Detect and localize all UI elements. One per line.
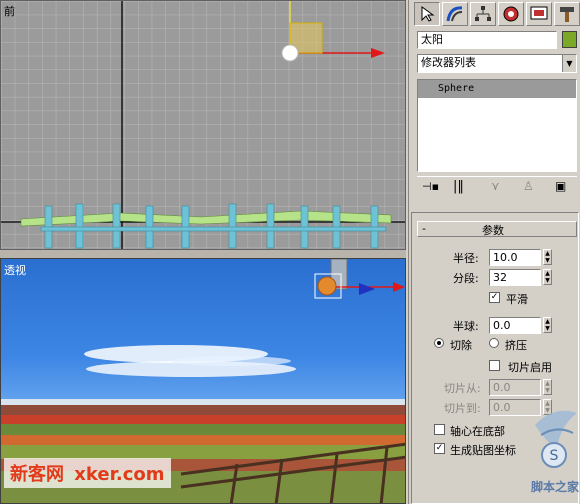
remove-modifier-icon[interactable]: ♙ bbox=[523, 179, 534, 193]
rollout-header[interactable]: - 参数 bbox=[417, 221, 577, 237]
base-to-pivot-label: 轴心在底部 bbox=[450, 425, 505, 438]
pin-stack-icon[interactable]: ⊣▪ bbox=[422, 180, 439, 193]
base-to-pivot-checkbox[interactable] bbox=[434, 424, 445, 435]
perspective-viewport-label[interactable]: 透视 bbox=[4, 262, 26, 278]
slice-from-spinner[interactable]: ▲ ▼ bbox=[543, 379, 552, 395]
site-logo: S 脚本之家 bbox=[531, 410, 580, 494]
modifier-stack-item-sphere[interactable]: Sphere bbox=[418, 80, 576, 98]
slice-from-label: 切片从: bbox=[444, 382, 481, 395]
hemisphere-input[interactable]: 0.0 bbox=[489, 317, 541, 334]
front-viewport-grid bbox=[1, 1, 405, 249]
modifier-list-dropdown[interactable]: 修改器列表 ▼ bbox=[417, 54, 577, 73]
modifier-stack[interactable]: Sphere bbox=[417, 79, 577, 172]
object-name-field[interactable]: 太阳 bbox=[417, 31, 557, 49]
radius-input[interactable]: 10.0 bbox=[489, 249, 541, 266]
gen-mapping-checkbox[interactable]: ✓ bbox=[434, 443, 445, 454]
display-monitor-icon bbox=[530, 6, 548, 20]
slice-from-input[interactable]: 0.0 bbox=[489, 379, 541, 396]
field-band bbox=[1, 405, 405, 415]
slice-to-label: 切片到: bbox=[444, 402, 481, 415]
motion-tab[interactable] bbox=[498, 2, 524, 26]
utilities-tab[interactable] bbox=[554, 2, 580, 26]
front-viewport-label[interactable]: 前 bbox=[4, 3, 15, 19]
hierarchy-tab[interactable] bbox=[470, 2, 496, 26]
field-band bbox=[1, 424, 405, 435]
slice-on-checkbox[interactable] bbox=[489, 360, 500, 371]
squash-label: 挤压 bbox=[505, 339, 527, 352]
radius-spinner[interactable]: ▲ ▼ bbox=[543, 249, 552, 265]
arrow-cursor-icon bbox=[421, 6, 435, 22]
object-color-swatch[interactable] bbox=[562, 31, 577, 48]
gen-mapping-label: 生成贴图坐标 bbox=[450, 444, 516, 457]
modify-tab[interactable] bbox=[442, 2, 468, 26]
site-logo-text: 脚本之家 bbox=[531, 479, 580, 494]
smooth-label: 平滑 bbox=[506, 293, 528, 306]
show-end-result-icon[interactable]: |‖ bbox=[453, 179, 464, 194]
rollout-toggle[interactable]: - bbox=[422, 222, 426, 235]
make-unique-icon[interactable]: ⋎ bbox=[491, 179, 500, 193]
field-band bbox=[1, 435, 405, 445]
stack-toolbar: ⊣▪ |‖ ⋎ ♙ ▣ bbox=[417, 176, 577, 198]
display-tab[interactable] bbox=[526, 2, 552, 26]
slice-on-label: 切片启用 bbox=[508, 361, 552, 374]
rollout-title: 参数 bbox=[482, 224, 504, 237]
modifier-list-label: 修改器列表 bbox=[421, 56, 476, 69]
svg-text:S: S bbox=[550, 448, 559, 464]
hammer-icon bbox=[560, 7, 574, 22]
squash-radio[interactable] bbox=[489, 338, 499, 348]
hemisphere-label: 半球: bbox=[453, 320, 479, 333]
command-panel: 太阳 修改器列表 ▼ Sphere ⊣▪ |‖ ⋎ ♙ ▣ - 参数 半径: 1… bbox=[408, 0, 580, 504]
sun-sphere-front bbox=[281, 44, 299, 62]
create-tab[interactable] bbox=[414, 2, 440, 26]
hierarchy-icon bbox=[475, 6, 491, 21]
watermark-text: 新客网 bbox=[10, 464, 64, 485]
smooth-checkbox[interactable]: ✓ bbox=[489, 292, 500, 303]
segments-label: 分段: bbox=[453, 272, 479, 285]
viewport-divider[interactable] bbox=[0, 250, 406, 258]
radius-label: 半径: bbox=[453, 252, 479, 265]
front-viewport[interactable]: 前 bbox=[0, 0, 406, 250]
watermark-url: xker.com bbox=[74, 464, 165, 485]
site-watermark: 新客网 xker.com bbox=[4, 458, 171, 488]
chop-radio[interactable] bbox=[434, 338, 444, 348]
hemisphere-spinner[interactable]: ▲ ▼ bbox=[543, 317, 552, 333]
chevron-down-icon[interactable]: ▼ bbox=[562, 55, 576, 72]
field-band bbox=[1, 415, 405, 424]
segments-input[interactable]: 32 bbox=[489, 269, 541, 286]
chop-label: 切除 bbox=[450, 339, 472, 352]
segments-spinner[interactable]: ▲ ▼ bbox=[543, 269, 552, 285]
sun-sphere-persp bbox=[317, 276, 337, 296]
motion-wheel-icon bbox=[503, 6, 519, 22]
configure-sets-icon[interactable]: ▣ bbox=[555, 179, 566, 193]
modify-arc-icon bbox=[446, 6, 463, 22]
